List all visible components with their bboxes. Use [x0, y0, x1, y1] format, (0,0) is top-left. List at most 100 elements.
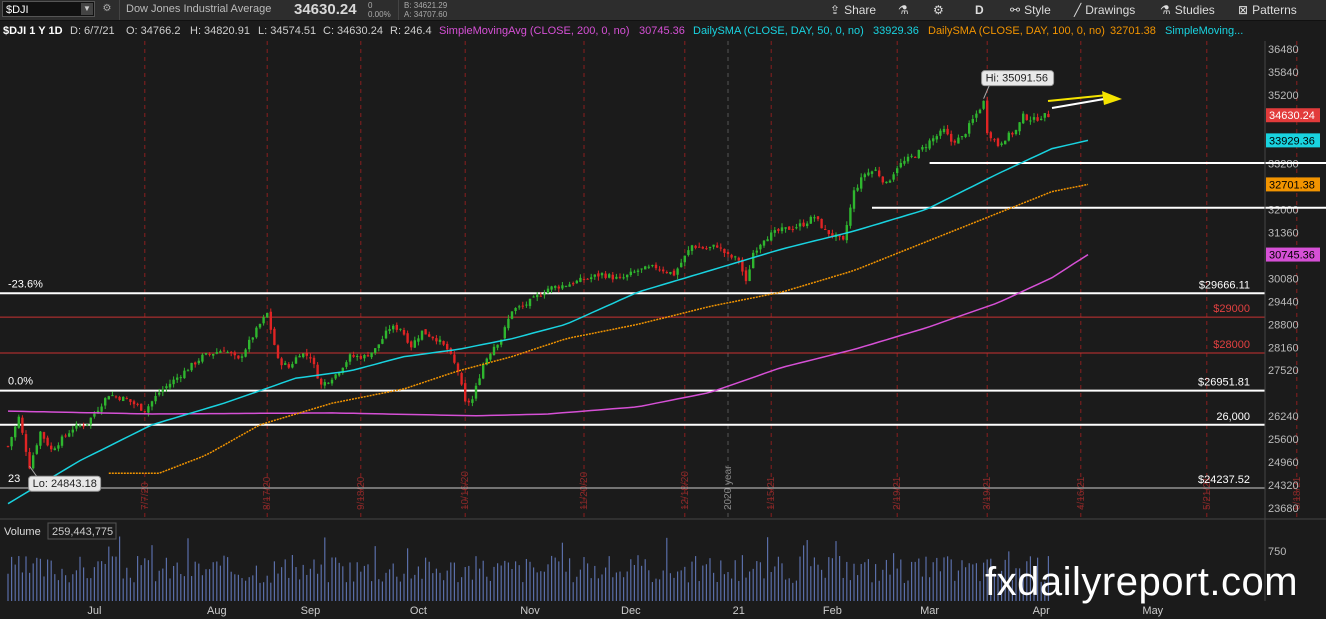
- candle-body: [291, 364, 294, 368]
- volume-value: 259,443,775: [52, 526, 113, 538]
- candle-body: [867, 172, 870, 176]
- candle-body: [273, 328, 276, 345]
- candle-body: [942, 128, 946, 133]
- y-tick-label: 35840: [1268, 67, 1299, 79]
- candle-body: [348, 354, 352, 362]
- candle-body: [996, 138, 1000, 147]
- candle-body: [10, 437, 13, 447]
- moving-average-line: [7, 253, 1089, 417]
- candle-body: [809, 216, 812, 224]
- candle-body: [366, 355, 370, 357]
- candle-body: [917, 149, 920, 159]
- candle-body: [737, 257, 740, 261]
- candle-body: [672, 270, 676, 276]
- candle-body: [575, 280, 578, 284]
- y-tick-label: 36480: [1268, 44, 1299, 56]
- date-label: 11/20/20: [579, 471, 590, 510]
- candle-body: [237, 355, 240, 359]
- candle-body: [669, 272, 672, 274]
- candle-body: [384, 330, 388, 339]
- candle-body: [935, 136, 938, 140]
- candle-body: [712, 244, 715, 247]
- candle-body: [658, 269, 661, 271]
- candle-body: [824, 229, 827, 231]
- candle-body: [705, 248, 708, 250]
- candle-body: [1032, 117, 1036, 120]
- candle-body: [1007, 132, 1010, 141]
- candle-body: [622, 277, 625, 279]
- candle-body: [446, 343, 449, 350]
- candle-body: [316, 364, 319, 379]
- candle-body: [136, 403, 139, 405]
- candle-body: [388, 329, 391, 331]
- candle-body: [147, 406, 150, 413]
- candle-body: [424, 329, 427, 335]
- candle-body: [971, 119, 974, 123]
- date-label: 2020 year: [723, 465, 734, 510]
- month-label: Jul: [87, 605, 101, 617]
- candle-body: [186, 370, 190, 372]
- candle-body: [359, 355, 362, 359]
- candle-body: [698, 246, 701, 248]
- candle-body: [777, 229, 780, 231]
- candle-body: [417, 338, 420, 342]
- candle-body: [503, 327, 506, 339]
- candle-body: [1004, 140, 1007, 145]
- candle-body: [456, 363, 460, 372]
- candle-body: [111, 395, 114, 397]
- candle-body: [1040, 118, 1043, 121]
- candle-body: [345, 362, 348, 367]
- fib-label: 23: [8, 473, 20, 485]
- candle-body: [896, 168, 899, 174]
- candle-body: [334, 374, 337, 379]
- volume-axis-tick: 750: [1268, 546, 1286, 558]
- candle-body: [842, 235, 845, 240]
- y-tick-label: 26240: [1268, 411, 1299, 423]
- candle-body: [687, 250, 690, 256]
- candle-body: [647, 266, 650, 268]
- candle-body: [413, 340, 416, 348]
- candle-body: [827, 230, 830, 235]
- candle-body: [230, 351, 233, 354]
- candle-body: [168, 383, 172, 388]
- candle-body: [464, 383, 467, 402]
- candle-body: [406, 333, 409, 343]
- candle-body: [39, 431, 42, 446]
- candle-body: [640, 268, 643, 270]
- candle-body: [172, 379, 175, 385]
- candle-body: [42, 432, 46, 439]
- candle-body: [215, 352, 218, 354]
- candle-body: [903, 160, 906, 164]
- candle-body: [309, 357, 312, 359]
- candle-body: [104, 398, 107, 406]
- y-tick-label: 24960: [1268, 457, 1299, 469]
- candle-body: [870, 171, 874, 174]
- candle-body: [14, 426, 17, 438]
- candle-body: [816, 216, 820, 220]
- candle-body: [312, 357, 316, 365]
- y-tick-label: 25600: [1268, 434, 1299, 446]
- candle-body: [244, 349, 247, 357]
- candle-body: [251, 337, 254, 340]
- y-tick-label: 33280: [1268, 159, 1299, 171]
- month-label: 21: [733, 605, 745, 617]
- candle-body: [910, 155, 913, 157]
- candle-body: [32, 455, 35, 469]
- candle-body: [676, 268, 679, 275]
- price-chart[interactable]: 7/7/20 8/17/20 9/18/20 10/16/20 11/20/20 12/1…: [0, 0, 1326, 619]
- candle-body: [874, 169, 877, 171]
- candle-body: [734, 256, 737, 258]
- month-label: Apr: [1033, 605, 1050, 617]
- candle-body: [618, 276, 622, 278]
- candle-body: [60, 436, 64, 446]
- candle-body: [644, 266, 647, 270]
- candle-body: [1036, 117, 1039, 121]
- candle-body: [770, 232, 773, 241]
- candle-body: [532, 296, 535, 298]
- candle-body: [852, 190, 856, 209]
- candle-body: [489, 353, 492, 360]
- candle-body: [107, 396, 110, 400]
- date-label: 9/18/20: [356, 476, 367, 510]
- candle-body: [525, 304, 528, 306]
- candle-body: [921, 147, 924, 150]
